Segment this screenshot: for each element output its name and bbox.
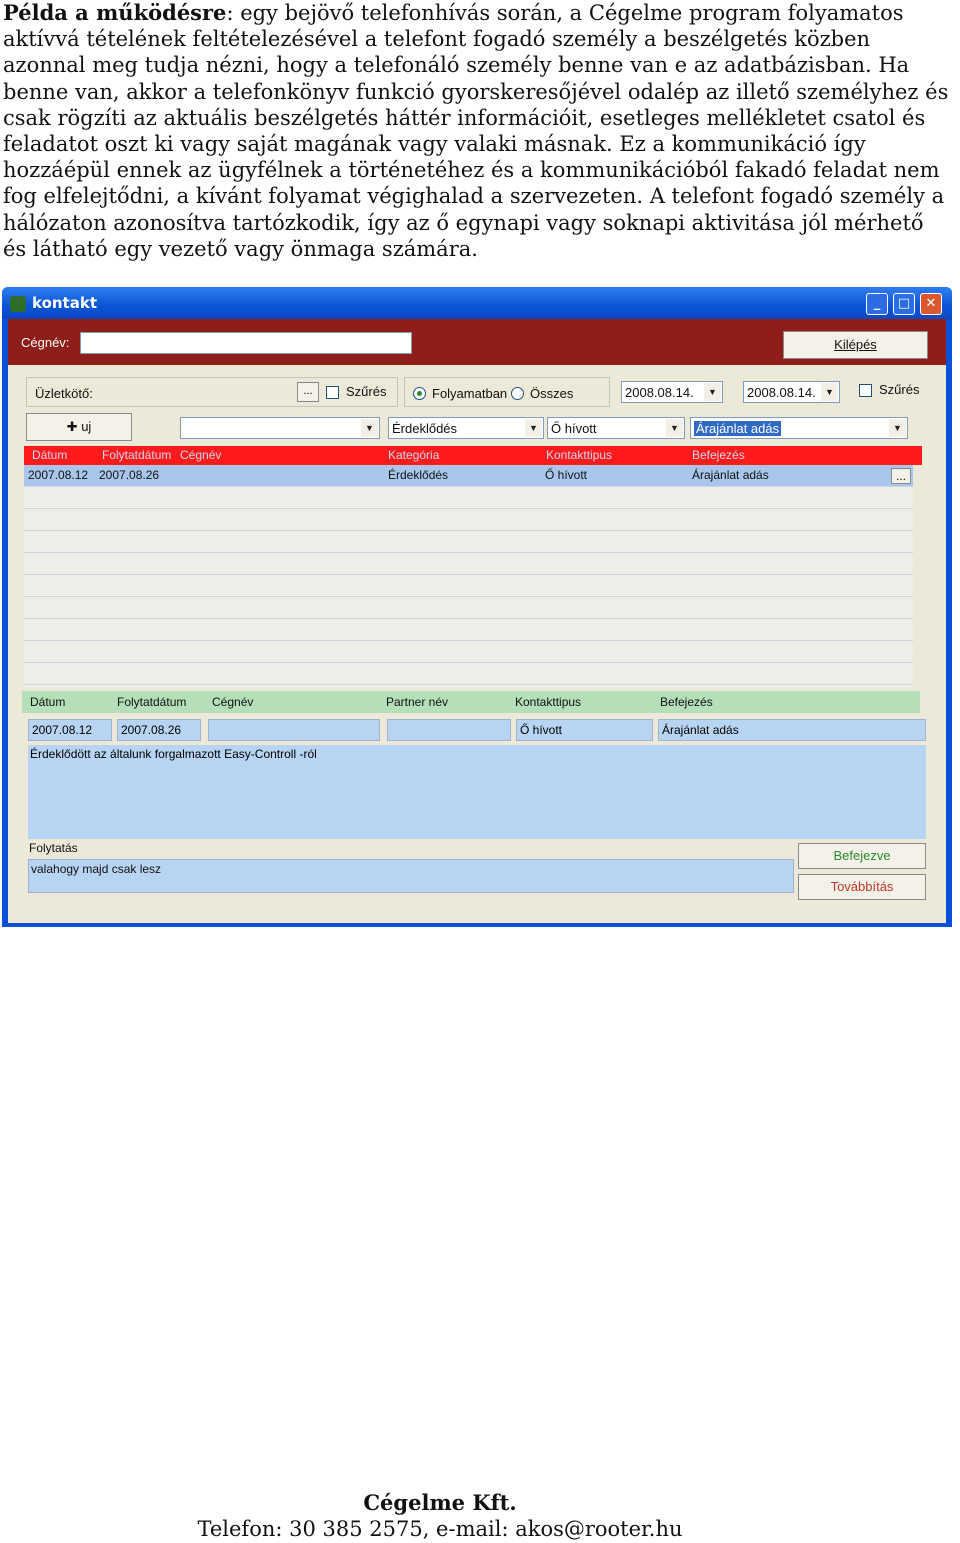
contact-type-filter-combo[interactable]: Ő hívott ▼ [547, 417, 685, 439]
date-from-value: 2008.08.14. [625, 385, 694, 400]
szures-checkbox-1[interactable] [326, 386, 339, 399]
uzletkoto-label: Üzletkötő: [35, 386, 93, 401]
category-filter-combo[interactable]: Érdeklődés ▼ [388, 417, 544, 439]
intro-heading: Példa a működésre [3, 0, 227, 25]
chevron-down-icon[interactable]: ▼ [889, 419, 906, 437]
uzletkoto-picker-button[interactable]: ... [297, 382, 319, 402]
cell-folytatdatum: 2007.08.26 [99, 468, 160, 482]
date-to-picker[interactable]: 2008.08.14. ▼ [743, 381, 840, 403]
detail-kontakt-field[interactable]: Ő hívott [516, 719, 653, 741]
chevron-down-icon[interactable]: ▼ [704, 383, 721, 401]
company-filter-combo[interactable]: ▼ [180, 417, 380, 439]
chevron-down-icon[interactable]: ▼ [361, 419, 378, 437]
cegnev-label: Cégnév: [21, 335, 70, 350]
chevron-down-icon[interactable]: ▼ [525, 419, 542, 437]
table-row[interactable] [24, 531, 913, 553]
detail-header-partner: Partner név [386, 695, 449, 709]
kontakt-window: kontakt _ □ ✕ Cégnév: Kilépés Üzletkötő:… [2, 287, 952, 927]
table-row[interactable] [24, 487, 913, 509]
col-header-kontakttipus[interactable]: Kontakttipus [546, 448, 612, 462]
date-to-value: 2008.08.14. [747, 385, 816, 400]
table-row[interactable]: 2007.08.12 2007.08.26 Érdeklődés Ő hívot… [24, 465, 913, 487]
detail-partner-field[interactable] [387, 719, 511, 741]
col-header-datum[interactable]: Dátum [32, 448, 67, 462]
note-text: Érdeklődött az általunk forgalmazott Eas… [30, 747, 317, 761]
status-radio-group: Folyamatban Összes [404, 377, 610, 407]
detail-header: Dátum Folytatdátum Cégnév Partner név Ko… [22, 691, 920, 713]
szures-checkbox-2[interactable] [859, 384, 872, 397]
detail-kontakt-value: Ő hívott [520, 723, 563, 737]
col-header-folytatdatum[interactable]: Folytatdátum [102, 448, 171, 462]
folytatas-label: Folytatás [29, 841, 78, 855]
footer-company: Cégelme Kft. [363, 1490, 517, 1515]
chevron-down-icon[interactable]: ▼ [821, 383, 838, 401]
folytatas-value: valahogy majd csak lesz [31, 862, 162, 876]
result-filter-combo[interactable]: Árajánlat adás ▼ [690, 417, 908, 439]
szures-label-2: Szűrés [879, 382, 920, 397]
window-title: kontakt [32, 294, 97, 312]
folytatas-section: Folytatás valahogy majd csak lesz [28, 839, 794, 893]
category-filter-value: Érdeklődés [392, 421, 458, 436]
contact-grid-header: Dátum Folytatdátum Cégnév Kategória Kont… [24, 446, 922, 465]
detail-header-datum: Dátum [30, 695, 66, 709]
date-from-picker[interactable]: 2008.08.14. ▼ [621, 381, 723, 403]
detail-header-cegnev: Cégnév [212, 695, 254, 709]
new-contact-button[interactable]: ✚ uj [26, 413, 132, 441]
contact-grid: 2007.08.12 2007.08.26 Érdeklődés Ő hívot… [24, 465, 913, 687]
osszes-label: Összes [530, 386, 574, 401]
osszes-radio[interactable] [511, 387, 524, 400]
cell-kategoria: Érdeklődés [388, 468, 449, 482]
contact-type-filter-value: Ő hívott [551, 421, 597, 436]
table-row[interactable] [24, 597, 913, 619]
folytatas-input[interactable]: valahogy majd csak lesz [28, 859, 794, 893]
col-header-kategoria[interactable]: Kategória [388, 448, 439, 462]
intro-paragraph: Példa a működésre: egy bejövő telefonhív… [3, 0, 953, 262]
app-icon [10, 296, 26, 312]
detail-header-kontakttipus: Kontakttipus [515, 695, 582, 709]
new-contact-label: uj [81, 419, 92, 434]
detail-cegnev-field[interactable] [208, 719, 380, 741]
maximize-button[interactable]: □ [893, 293, 915, 315]
detail-befejezes-field[interactable]: Árajánlat adás [658, 719, 926, 741]
footer-contact: Telefon: 30 385 2575, e-mail: akos@roote… [197, 1517, 683, 1541]
result-filter-value: Árajánlat adás [694, 421, 782, 436]
detail-datum-value: 2007.08.12 [32, 723, 93, 737]
folyamatban-radio[interactable] [413, 387, 426, 400]
tovabbitas-button[interactable]: Továbbítás [798, 874, 926, 900]
table-row[interactable] [24, 509, 913, 531]
folyamatban-label: Folyamatban [432, 386, 508, 401]
intro-body: : egy bejövő telefonhívás során, a Cégel… [3, 1, 949, 261]
table-row[interactable] [24, 663, 913, 685]
szures-label-1: Szűrés [346, 384, 387, 399]
detail-panel: 2007.08.12 2007.08.26 Ő hívott Árajánlat… [22, 715, 934, 909]
detail-befejezes-value: Árajánlat adás [662, 723, 739, 737]
col-header-cegnev[interactable]: Cégnév [180, 448, 221, 462]
note-textarea[interactable]: Érdeklődött az általunk forgalmazott Eas… [28, 745, 926, 839]
cegnev-input[interactable] [80, 332, 412, 354]
detail-folytat-field[interactable]: 2007.08.26 [117, 719, 201, 741]
table-row[interactable] [24, 553, 913, 575]
detail-header-folytatdatum: Folytatdátum [117, 695, 187, 709]
title-bar[interactable]: kontakt _ □ ✕ [2, 287, 952, 319]
plus-icon: ✚ [66, 419, 82, 434]
cell-datum: 2007.08.12 [28, 468, 89, 482]
uzletkoto-group: Üzletkötő: ... Szűrés [26, 377, 398, 407]
close-button[interactable]: ✕ [920, 293, 942, 315]
col-header-befejezes[interactable]: Befejezés [692, 448, 745, 462]
detail-folytat-value: 2007.08.26 [121, 723, 182, 737]
befejezve-button[interactable]: Befejezve [798, 843, 926, 869]
cell-befejezes: Árajánlat adás [692, 468, 769, 482]
minimize-button[interactable]: _ [866, 293, 888, 315]
detail-header-befejezes: Befejezés [660, 695, 713, 709]
table-row[interactable] [24, 575, 913, 597]
chevron-down-icon[interactable]: ▼ [666, 419, 683, 437]
window-client-area: Cégnév: Kilépés Üzletkötő: ... Szűrés Fo… [8, 319, 946, 923]
table-row[interactable] [24, 641, 913, 663]
table-row[interactable] [24, 619, 913, 641]
cell-kontakttipus: Ő hívott [545, 468, 588, 482]
detail-datum-field[interactable]: 2007.08.12 [28, 719, 112, 741]
kilepes-button[interactable]: Kilépés [783, 331, 928, 359]
row-detail-button[interactable]: ... [891, 468, 911, 484]
company-search-bar: Cégnév: Kilépés [8, 319, 946, 365]
